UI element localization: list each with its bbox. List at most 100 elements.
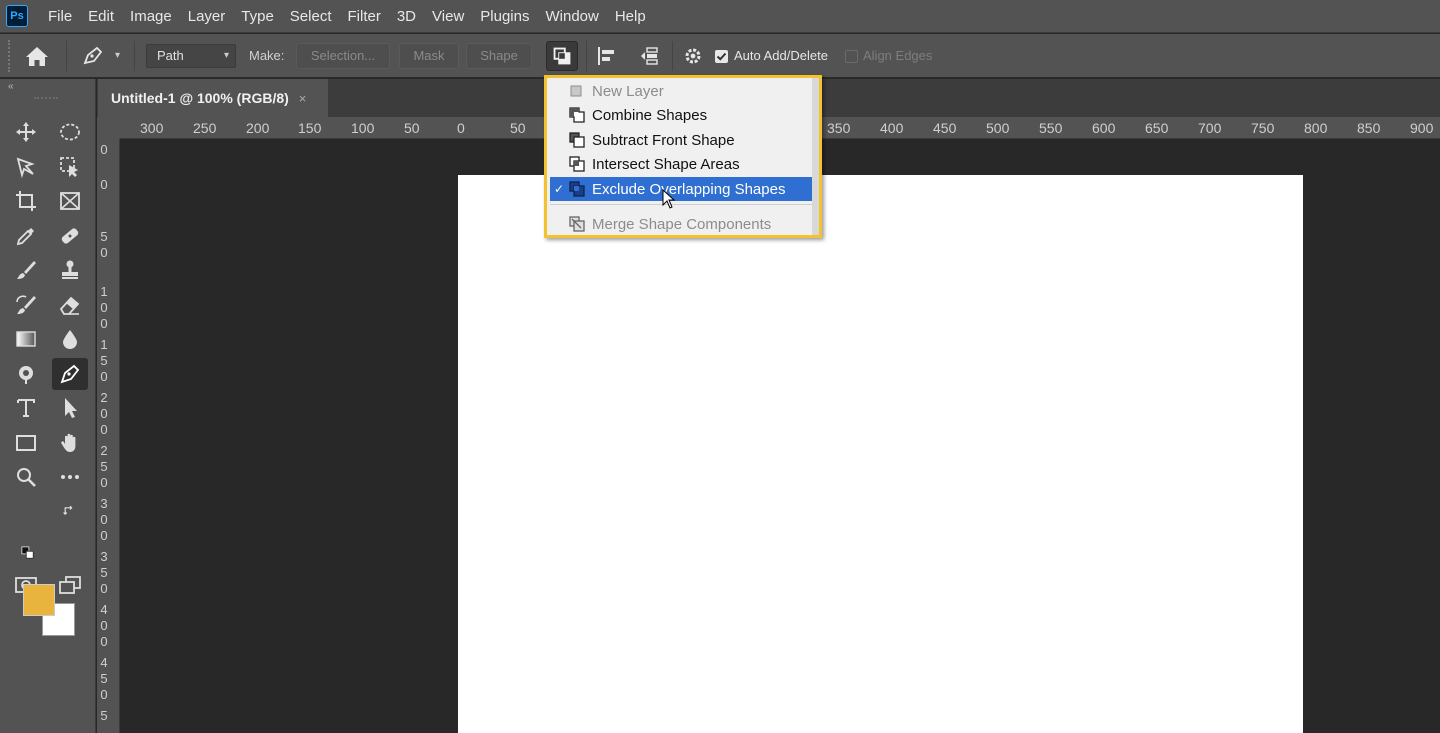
eraser-tool-icon[interactable] [52, 289, 88, 321]
ruler-tick-label: 0 [100, 142, 108, 157]
path-operations-menu: New Layer Combine Shapes Subtract Front … [544, 75, 822, 238]
photoshop-window: Ps File Edit Image Layer Type Select Fil… [0, 0, 1440, 733]
menu-item-new-layer[interactable]: New Layer [550, 79, 813, 103]
brush-tool-icon[interactable] [8, 254, 44, 286]
menu-item-label: Subtract Front Shape [592, 131, 735, 149]
ruler-tick-label: 700 [1198, 120, 1222, 136]
document-tab[interactable]: Untitled-1 @ 100% (RGB/8) × [98, 79, 328, 117]
ruler-tick-label: 800 [1304, 120, 1328, 136]
new-layer-icon [568, 82, 592, 100]
menu-item-label: Combine Shapes [592, 106, 708, 124]
ruler-tick-label: 5 [100, 708, 108, 723]
menu-plugins[interactable]: Plugins [472, 0, 537, 33]
default-colors-icon[interactable] [20, 545, 36, 561]
menu-item-subtract-front-shape[interactable]: Subtract Front Shape [550, 128, 813, 152]
menu-help[interactable]: Help [607, 0, 654, 33]
hand-tool-icon[interactable] [52, 427, 88, 459]
ruler-tick-label: 400 [880, 120, 904, 136]
move-tool-icon[interactable] [8, 116, 44, 148]
make-mask-button[interactable]: Mask [399, 43, 459, 69]
menu-image[interactable]: Image [122, 0, 180, 33]
crop-tool-icon[interactable] [8, 185, 44, 217]
menu-view[interactable]: View [424, 0, 472, 33]
pen-tool-preset-icon[interactable] [80, 44, 106, 68]
path-operations-button[interactable] [546, 41, 578, 71]
make-label: Make: [249, 48, 285, 63]
menu-separator [550, 204, 813, 205]
separator [586, 41, 587, 71]
ruler-origin[interactable] [97, 117, 120, 139]
menu-window[interactable]: Window [537, 0, 606, 33]
ruler-tick-label: 250 [193, 120, 217, 136]
lasso-tool-icon[interactable] [8, 151, 44, 183]
ruler-tick-label: 100 [351, 120, 375, 136]
foreground-color-swatch[interactable] [23, 584, 55, 616]
menu-file[interactable]: File [40, 0, 80, 33]
vertical-ruler[interactable]: 0 0 5 0 1 0 0 1 5 0 2 0 0 2 5 0 3 0 0 3 … [97, 139, 120, 733]
clone-stamp-tool-icon[interactable] [52, 254, 88, 286]
ruler-tick-label: 750 [1251, 120, 1275, 136]
menu-item-merge-shape-components[interactable]: Merge Shape Components [550, 212, 813, 236]
pick-tool-mode-select[interactable]: Path ▾ [146, 44, 236, 68]
spot-healing-brush-icon[interactable] [52, 220, 88, 252]
zoom-tool-icon[interactable] [8, 461, 44, 493]
path-alignment-icon[interactable] [594, 44, 620, 68]
ruler-tick-label: 4 0 0 [100, 602, 108, 649]
dodge-tool-icon[interactable] [8, 358, 44, 390]
make-shape-button[interactable]: Shape [466, 43, 532, 69]
subtract-front-shape-icon [568, 131, 592, 149]
separator [134, 41, 135, 71]
ruler-tick-label: 300 [140, 120, 164, 136]
ruler-tick-label: 1 0 0 [100, 284, 108, 331]
ruler-tick-label: 50 [510, 120, 526, 136]
intersect-shape-areas-icon [568, 155, 592, 173]
ruler-tick-label: 550 [1039, 120, 1063, 136]
collapse-panel-icon[interactable]: « [8, 81, 14, 92]
path-selection-tool-icon[interactable] [52, 392, 88, 424]
more-tools-icon[interactable] [52, 461, 88, 493]
frame-tool-icon[interactable] [52, 185, 88, 217]
type-tool-icon[interactable] [8, 392, 44, 424]
make-selection-button[interactable]: Selection... [296, 43, 390, 69]
exclude-overlapping-shapes-icon [568, 180, 592, 198]
document-canvas[interactable] [458, 175, 1303, 733]
ruler-tick-label: 650 [1145, 120, 1169, 136]
gradient-tool-icon[interactable] [8, 323, 44, 355]
menu-item-combine-shapes[interactable]: Combine Shapes [550, 103, 813, 127]
history-brush-tool-icon[interactable] [8, 289, 44, 321]
menu-edit[interactable]: Edit [80, 0, 122, 33]
menu-filter[interactable]: Filter [340, 0, 389, 33]
eyedropper-tool-icon[interactable] [8, 220, 44, 252]
screen-mode-icon[interactable] [52, 569, 88, 601]
menu-layer[interactable]: Layer [180, 0, 234, 33]
menu-3d[interactable]: 3D [389, 0, 424, 33]
options-bar-grip[interactable] [8, 40, 12, 72]
swap-colors-icon[interactable] [60, 503, 80, 519]
menu-item-intersect-shape-areas[interactable]: Intersect Shape Areas [550, 152, 813, 176]
ruler-tick-label: 4 5 0 [100, 655, 108, 702]
ruler-tick-label: 450 [933, 120, 957, 136]
rectangle-tool-icon[interactable] [8, 427, 44, 459]
elliptical-marquee-tool-icon[interactable] [52, 116, 88, 148]
ruler-tick-label: 500 [986, 120, 1010, 136]
gear-icon[interactable] [680, 44, 706, 68]
panel-grip[interactable] [34, 97, 58, 100]
menu-type[interactable]: Type [233, 0, 282, 33]
ruler-tick-label: 1 5 0 [100, 337, 108, 384]
menu-scroll-edge [812, 78, 819, 235]
chevron-down-icon[interactable]: ▾ [115, 50, 120, 61]
menu-select[interactable]: Select [282, 0, 340, 33]
align-edges-checkbox[interactable] [845, 50, 858, 63]
object-selection-tool-icon[interactable] [52, 151, 88, 183]
mouse-cursor-icon [662, 188, 676, 209]
home-icon[interactable] [22, 42, 52, 70]
pen-tool-icon[interactable] [52, 358, 88, 390]
menu-item-exclude-overlapping-shapes[interactable]: ✓ Exclude Overlapping Shapes [550, 177, 813, 201]
ruler-tick-label: 850 [1357, 120, 1381, 136]
menu-item-label: Merge Shape Components [592, 215, 772, 233]
path-arrangement-icon[interactable] [636, 44, 662, 68]
auto-add-delete-checkbox[interactable] [715, 50, 728, 63]
ruler-tick-label: 600 [1092, 120, 1116, 136]
blur-tool-icon[interactable] [52, 323, 88, 355]
close-icon[interactable]: × [299, 91, 307, 106]
